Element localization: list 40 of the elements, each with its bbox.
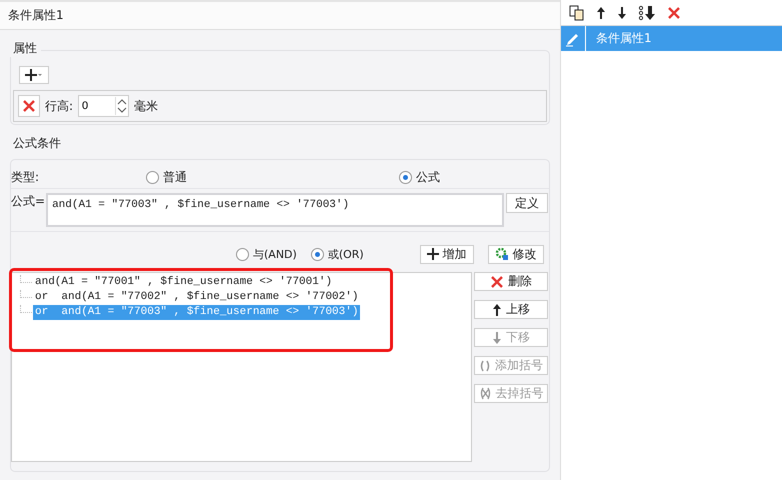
copy-icon <box>569 4 585 20</box>
parentheses-icon <box>479 360 491 372</box>
panel-title: 条件属性1 <box>8 7 64 24</box>
group-legend: 属性 <box>10 40 41 57</box>
down-arrow-icon <box>492 330 502 344</box>
formula-label: 公式= <box>11 193 46 210</box>
up-arrow-icon <box>596 6 606 20</box>
type-radio[interactable]: 公式 <box>399 168 459 186</box>
row-height-label: 行高: <box>45 98 74 114</box>
add-button[interactable]: 增加 <box>420 244 474 264</box>
row-height-field[interactable]: 0 <box>79 100 116 112</box>
condition-item[interactable]: or and(A1 = "77002" , $fine_username <> '77002') <box>33 290 360 305</box>
remove-parentheses-icon <box>478 387 492 400</box>
toolbar-button[interactable] <box>617 6 627 20</box>
add-dropdown-button[interactable] <box>19 66 49 84</box>
close-icon <box>22 99 36 113</box>
spinner-arrows-icon[interactable] <box>115 97 128 115</box>
close-icon <box>490 274 504 288</box>
unit-label: 毫米 <box>134 98 158 114</box>
toolbar-button[interactable] <box>569 4 585 20</box>
modify-button[interactable]: 修改 <box>488 244 544 264</box>
toolbar-button[interactable] <box>638 4 656 20</box>
delete-button[interactable]: 删除 <box>474 272 548 291</box>
up-button[interactable]: 上移 <box>474 300 548 319</box>
close-icon <box>667 6 681 20</box>
move-bottom-icon <box>638 4 656 20</box>
logic-radio[interactable]: 或(OR) <box>310 246 364 262</box>
up-arrow-icon <box>492 302 502 316</box>
type-radio[interactable]: 普通 <box>146 168 399 186</box>
type-label: 类型: <box>11 168 40 186</box>
condition-item[interactable]: and(A1 = "77001" , $fine_username <> '77001') <box>33 275 334 290</box>
define-button[interactable]: 定义 <box>506 193 548 213</box>
plus-icon <box>426 248 439 260</box>
remove-button[interactable] <box>18 95 40 117</box>
down-arrow-icon <box>617 6 627 20</box>
toolbar-button[interactable] <box>596 6 606 20</box>
gear-icon <box>494 247 509 261</box>
row-height-spinner[interactable]: 0 <box>78 95 130 117</box>
formula-field[interactable]: and(A1 = "77003" , $fine_username <> '77003') <box>46 193 504 227</box>
logic-radio[interactable]: 与(AND) <box>236 246 297 262</box>
